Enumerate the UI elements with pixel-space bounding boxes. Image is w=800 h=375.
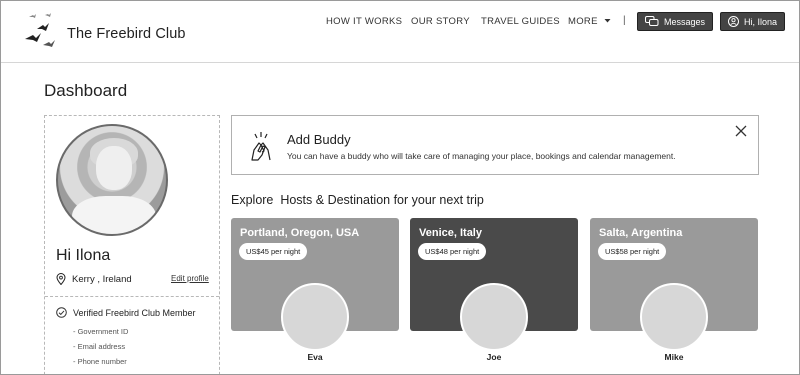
add-buddy-title: Add Buddy — [287, 132, 351, 147]
host-name[interactable]: Eva — [285, 352, 345, 362]
avatar-body-shape — [72, 196, 156, 234]
verified-member-title: Verified Freebird Club Member — [73, 308, 196, 318]
verified-item-government-id: - Government ID — [73, 327, 129, 336]
location-pin-icon — [56, 273, 66, 285]
bird-logo-icon[interactable] — [23, 11, 59, 49]
price-badge: US$48 per night — [418, 243, 487, 260]
verified-item-phone: - Phone number — [73, 357, 127, 366]
nav-more[interactable]: MORE — [568, 16, 611, 27]
profile-divider — [45, 296, 219, 297]
price-badge: US$58 per night — [598, 243, 667, 260]
high-five-icon — [251, 132, 271, 161]
price-badge: US$45 per night — [239, 243, 308, 260]
host-destination: Salta, Argentina — [599, 227, 683, 239]
profile-greeting: Hi Ilona — [56, 247, 111, 264]
close-icon[interactable] — [735, 125, 747, 137]
add-buddy-description: You can have a buddy who will take care … — [287, 151, 676, 161]
messages-button[interactable]: Messages — [637, 12, 714, 31]
top-header: The Freebird Club HOW IT WORKS OUR STORY… — [1, 1, 799, 63]
host-name[interactable]: Mike — [644, 352, 704, 362]
user-menu-button[interactable]: Hi, Ilona — [720, 12, 786, 31]
host-avatar[interactable] — [640, 283, 708, 351]
avatar[interactable] — [56, 124, 168, 236]
page-frame: The Freebird Club HOW IT WORKS OUR STORY… — [0, 0, 800, 375]
host-avatar[interactable] — [281, 283, 349, 351]
add-buddy-banner[interactable]: Add Buddy You can have a buddy who will … — [231, 115, 759, 175]
host-avatar[interactable] — [460, 283, 528, 351]
host-destination: Venice, Italy — [419, 227, 482, 239]
messages-label: Messages — [664, 16, 706, 27]
host-destination: Portland, Oregon, USA — [240, 227, 360, 239]
brand-name[interactable]: The Freebird Club — [67, 26, 186, 42]
nav-more-label: MORE — [568, 16, 598, 27]
chevron-down-icon — [604, 19, 611, 23]
host-name[interactable]: Joe — [464, 352, 524, 362]
nav-how-it-works[interactable]: HOW IT WORKS — [326, 16, 402, 27]
user-icon — [728, 16, 739, 27]
explore-title: Explore Hosts & Destination for your nex… — [231, 193, 484, 207]
verified-item-email: - Email address — [73, 342, 126, 351]
avatar-face-shape — [96, 146, 132, 190]
profile-location: Kerry , Ireland — [72, 274, 132, 285]
user-menu-label: Hi, Ilona — [744, 16, 778, 27]
edit-profile-link[interactable]: Edit profile — [171, 274, 209, 283]
page-title: Dashboard — [44, 81, 128, 100]
chat-icon — [645, 16, 659, 26]
nav-separator: | — [623, 15, 626, 26]
profile-card: Hi Ilona Kerry , Ireland Edit profile Ve… — [44, 115, 220, 374]
nav-our-story[interactable]: OUR STORY — [411, 16, 470, 27]
nav-travel-guides[interactable]: TRAVEL GUIDES — [481, 16, 560, 27]
check-circle-icon — [56, 307, 67, 318]
